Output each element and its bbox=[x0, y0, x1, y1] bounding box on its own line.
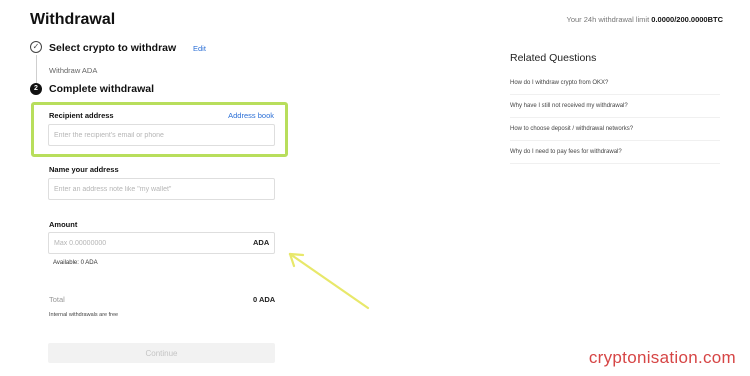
related-divider bbox=[510, 94, 720, 95]
total-value: 0 ADA bbox=[253, 295, 276, 304]
related-questions-title: Related Questions bbox=[510, 52, 597, 64]
step-select-crypto-label: Select crypto to withdraw bbox=[49, 42, 177, 54]
related-question-item[interactable]: How do I withdraw crypto from OKX? bbox=[510, 80, 608, 86]
available-balance: Available: 0 ADA bbox=[53, 260, 98, 266]
related-question-item[interactable]: How to choose deposit / withdrawal netwo… bbox=[510, 126, 633, 132]
edit-link[interactable]: Edit bbox=[193, 44, 206, 53]
selected-crypto: Withdraw ADA bbox=[49, 66, 98, 75]
related-divider bbox=[510, 117, 720, 118]
continue-button[interactable]: Continue bbox=[48, 343, 275, 363]
fee-note: Internal withdrawals are free bbox=[49, 312, 119, 318]
amount-label: Amount bbox=[49, 220, 78, 229]
related-question-item[interactable]: Why have I still not received my withdra… bbox=[510, 103, 628, 109]
annotation-arrow-icon bbox=[288, 252, 370, 310]
related-divider bbox=[510, 163, 720, 164]
step-number-icon: 2 bbox=[30, 83, 42, 95]
related-divider bbox=[510, 140, 720, 141]
recipient-address-input[interactable] bbox=[48, 124, 275, 146]
related-question-item[interactable]: Why do I need to pay fees for withdrawal… bbox=[510, 149, 622, 155]
amount-input[interactable] bbox=[48, 232, 275, 254]
address-name-input[interactable] bbox=[48, 178, 275, 200]
limit-label: Your 24h withdrawal limit bbox=[566, 15, 650, 24]
address-book-link[interactable]: Address book bbox=[228, 111, 274, 120]
step-complete-withdrawal-label: Complete withdrawal bbox=[49, 83, 155, 95]
address-name-label: Name your address bbox=[49, 165, 119, 174]
amount-unit: ADA bbox=[253, 238, 270, 247]
page-title: Withdrawal bbox=[30, 11, 116, 28]
limit-value: 0.0000/200.0000BTC bbox=[651, 15, 723, 24]
recipient-address-label: Recipient address bbox=[49, 111, 114, 120]
steps-connector bbox=[36, 55, 37, 83]
check-icon: ✓ bbox=[30, 41, 42, 53]
watermark: cryptonisation.com bbox=[588, 348, 736, 367]
total-label: Total bbox=[49, 295, 65, 304]
withdrawal-limit: Your 24h withdrawal limit 0.0000/200.000… bbox=[567, 15, 724, 24]
